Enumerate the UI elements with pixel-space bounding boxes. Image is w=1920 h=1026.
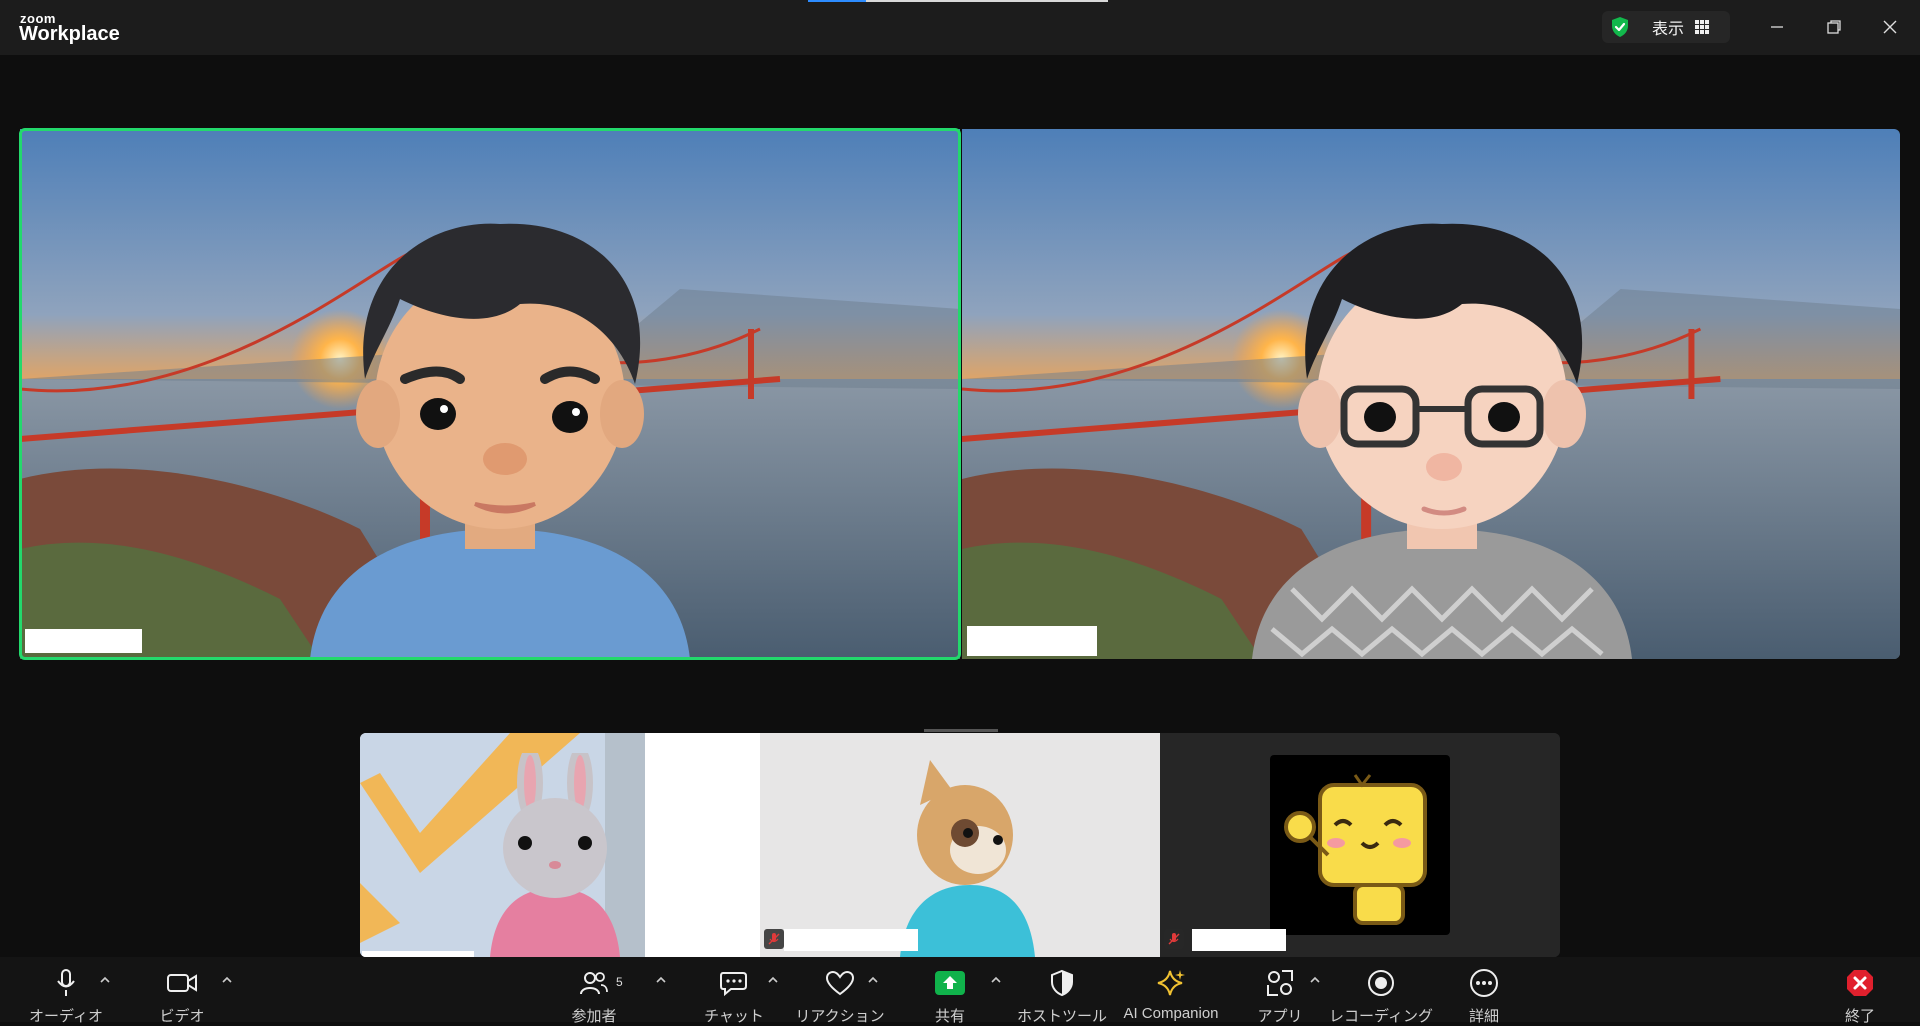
audio-button[interactable]: オーディオ: [29, 967, 103, 1026]
recording-label: レコーディング: [1329, 1008, 1433, 1025]
mic-muted-icon: [1168, 933, 1180, 945]
muted-badge: [1164, 929, 1184, 949]
shield-check-icon[interactable]: [1608, 15, 1632, 39]
minimize-icon: [1771, 26, 1783, 28]
restore-icon: [1827, 20, 1841, 34]
chat-label: チャット: [704, 1008, 764, 1025]
video-options-caret[interactable]: [220, 975, 234, 985]
reaction-options-caret[interactable]: [866, 975, 880, 985]
strip-tile-1[interactable]: [360, 733, 760, 957]
app-title: Workplace: [19, 23, 120, 45]
apps-button[interactable]: アプリ: [1258, 967, 1303, 1026]
ai-sparkle-icon: [1157, 970, 1185, 996]
avatar-cat: [900, 760, 1035, 957]
name-plate: [1192, 929, 1286, 951]
more-icon: [1470, 969, 1498, 997]
avatar-glasses: [1252, 223, 1632, 659]
avatar-boy: [310, 223, 690, 659]
strip-drag-handle[interactable]: [924, 729, 998, 732]
chat-button[interactable]: チャット: [704, 967, 764, 1026]
audio-label: オーディオ: [29, 1008, 103, 1025]
host-tools-button[interactable]: ホストツール: [1017, 967, 1107, 1026]
drag-handle[interactable]: [808, 0, 1108, 2]
apps-icon: [1267, 970, 1293, 996]
participants-icon: [580, 972, 608, 995]
mic-muted-icon: [768, 933, 780, 945]
video-label: ビデオ: [159, 1008, 205, 1025]
tab-active-indicator: [808, 0, 866, 2]
apps-options-caret[interactable]: [1308, 975, 1322, 985]
ai-companion-label: AI Companion: [1123, 1005, 1219, 1022]
avatar-rabbit: [490, 753, 620, 957]
restore-button[interactable]: [1819, 13, 1849, 41]
grid-icon: [1695, 20, 1710, 34]
minimize-button[interactable]: [1762, 13, 1792, 41]
heart-icon: [825, 970, 855, 996]
profile-picture: [1270, 755, 1450, 935]
audio-options-caret[interactable]: [98, 975, 112, 985]
participant-strip: [360, 733, 1560, 957]
reaction-label: リアクション: [795, 1008, 885, 1025]
ai-companion-button[interactable]: AI Companion: [1122, 967, 1220, 1022]
participants-count: 5: [616, 975, 623, 989]
chat-icon: [720, 972, 747, 997]
video-camera-icon: [167, 974, 197, 992]
apps-label: アプリ: [1257, 1008, 1303, 1025]
record-icon: [1368, 970, 1394, 996]
view-button[interactable]: 表示: [1602, 11, 1730, 43]
host-shield-icon: [1051, 969, 1073, 997]
strip-tile-2[interactable]: [760, 733, 1160, 957]
more-label: 詳細: [1468, 1008, 1499, 1025]
end-meeting-button[interactable]: 終了: [1842, 967, 1878, 1026]
microphone-icon: [57, 969, 75, 996]
view-label: 表示: [1652, 21, 1685, 38]
participants-label: 参加者: [571, 1008, 617, 1025]
name-plate: [967, 626, 1097, 656]
close-button[interactable]: [1875, 13, 1905, 41]
end-icon: [1847, 970, 1873, 996]
video-tile-1[interactable]: [20, 129, 960, 659]
strip-tile-3[interactable]: [1160, 733, 1560, 957]
share-options-caret[interactable]: [989, 975, 1003, 985]
recording-button[interactable]: レコーディング: [1329, 967, 1433, 1026]
mascot-sticker: [1284, 774, 1427, 925]
name-plate: [784, 929, 918, 951]
end-label: 終了: [1844, 1008, 1875, 1025]
host-tools-label: ホストツール: [1017, 1008, 1108, 1025]
close-icon: [1883, 20, 1897, 34]
video-tile-2[interactable]: [962, 129, 1900, 659]
more-button[interactable]: 詳細: [1468, 967, 1500, 1026]
chat-options-caret[interactable]: [766, 975, 780, 985]
name-plate: [25, 629, 142, 653]
share-label: 共有: [934, 1008, 965, 1025]
participants-button[interactable]: 参加者: [566, 967, 622, 1026]
share-button[interactable]: 共有: [932, 967, 968, 1026]
muted-badge: [764, 929, 784, 949]
participants-options-caret[interactable]: [654, 975, 668, 985]
meeting-toolbar: オーディオ ビデオ 参加者 5 チャット リアクション 共有 ホストツール AI…: [0, 957, 1920, 1025]
video-button[interactable]: ビデオ: [152, 967, 212, 1026]
share-screen-icon: [935, 971, 965, 995]
title-bar: zoom Workplace 表示: [0, 0, 1920, 55]
